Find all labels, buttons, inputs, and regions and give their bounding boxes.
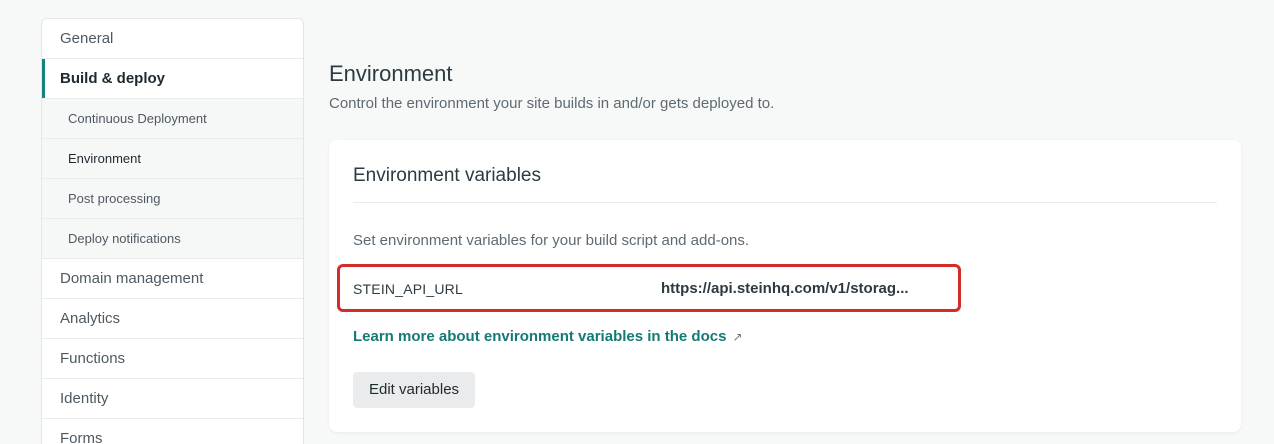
external-link-icon: ↗ [732, 330, 743, 344]
card-description: Set environment variables for your build… [353, 232, 750, 249]
sidebar-item-domain-management[interactable]: Domain management [42, 259, 303, 299]
page: General Build & deploy Continuous Deploy… [0, 0, 1274, 444]
page-title: Environment [329, 61, 453, 86]
sidebar-item-functions[interactable]: Functions [42, 339, 303, 379]
sidebar-item-label: Domain management [60, 270, 204, 287]
sidebar-subitem-post-processing[interactable]: Post processing [42, 179, 303, 219]
sidebar-item-label: General [60, 30, 114, 47]
sidebar-item-label: Functions [60, 350, 126, 367]
env-variable-row[interactable]: STEIN_API_URL https://api.steinhq.com/v1… [337, 264, 961, 312]
page-subtitle: Control the environment your site builds… [329, 95, 775, 112]
environment-variables-card: Environment variables Set environment va… [329, 140, 1241, 432]
sidebar-subitem-continuous-deployment[interactable]: Continuous Deployment [42, 99, 303, 139]
sidebar-subitem-label: Environment [68, 151, 141, 166]
edit-variables-button[interactable]: Edit variables [353, 372, 476, 408]
sidebar-item-label: Build & deploy [60, 70, 165, 87]
sidebar-item-general[interactable]: General [42, 19, 303, 59]
sidebar-subitem-deploy-notifications[interactable]: Deploy notifications [42, 219, 303, 259]
sidebar-subitem-environment[interactable]: Environment [42, 139, 303, 179]
sidebar-item-build-deploy[interactable]: Build & deploy [42, 59, 303, 99]
sidebar-subitem-label: Deploy notifications [68, 231, 181, 246]
sidebar-item-label: Identity [60, 390, 109, 407]
divider [353, 202, 1217, 203]
sidebar-item-label: Forms [60, 430, 103, 444]
sidebar-item-analytics[interactable]: Analytics [42, 299, 303, 339]
sidebar-item-label: Analytics [60, 310, 121, 327]
card-title: Environment variables [353, 165, 541, 186]
env-variable-value: https://api.steinhq.com/v1/storag... [661, 280, 909, 297]
docs-link[interactable]: Learn more about environment variables i… [353, 328, 743, 346]
sidebar: General Build & deploy Continuous Deploy… [41, 18, 304, 444]
sidebar-subitem-label: Post processing [68, 191, 161, 206]
env-variable-key: STEIN_API_URL [353, 281, 463, 297]
sidebar-subitem-label: Continuous Deployment [68, 111, 207, 126]
docs-link-label: Learn more about environment variables i… [353, 328, 727, 345]
sidebar-item-forms[interactable]: Forms [42, 419, 303, 444]
sidebar-item-identity[interactable]: Identity [42, 379, 303, 419]
main-content: Environment Control the environment your… [329, 0, 1241, 444]
